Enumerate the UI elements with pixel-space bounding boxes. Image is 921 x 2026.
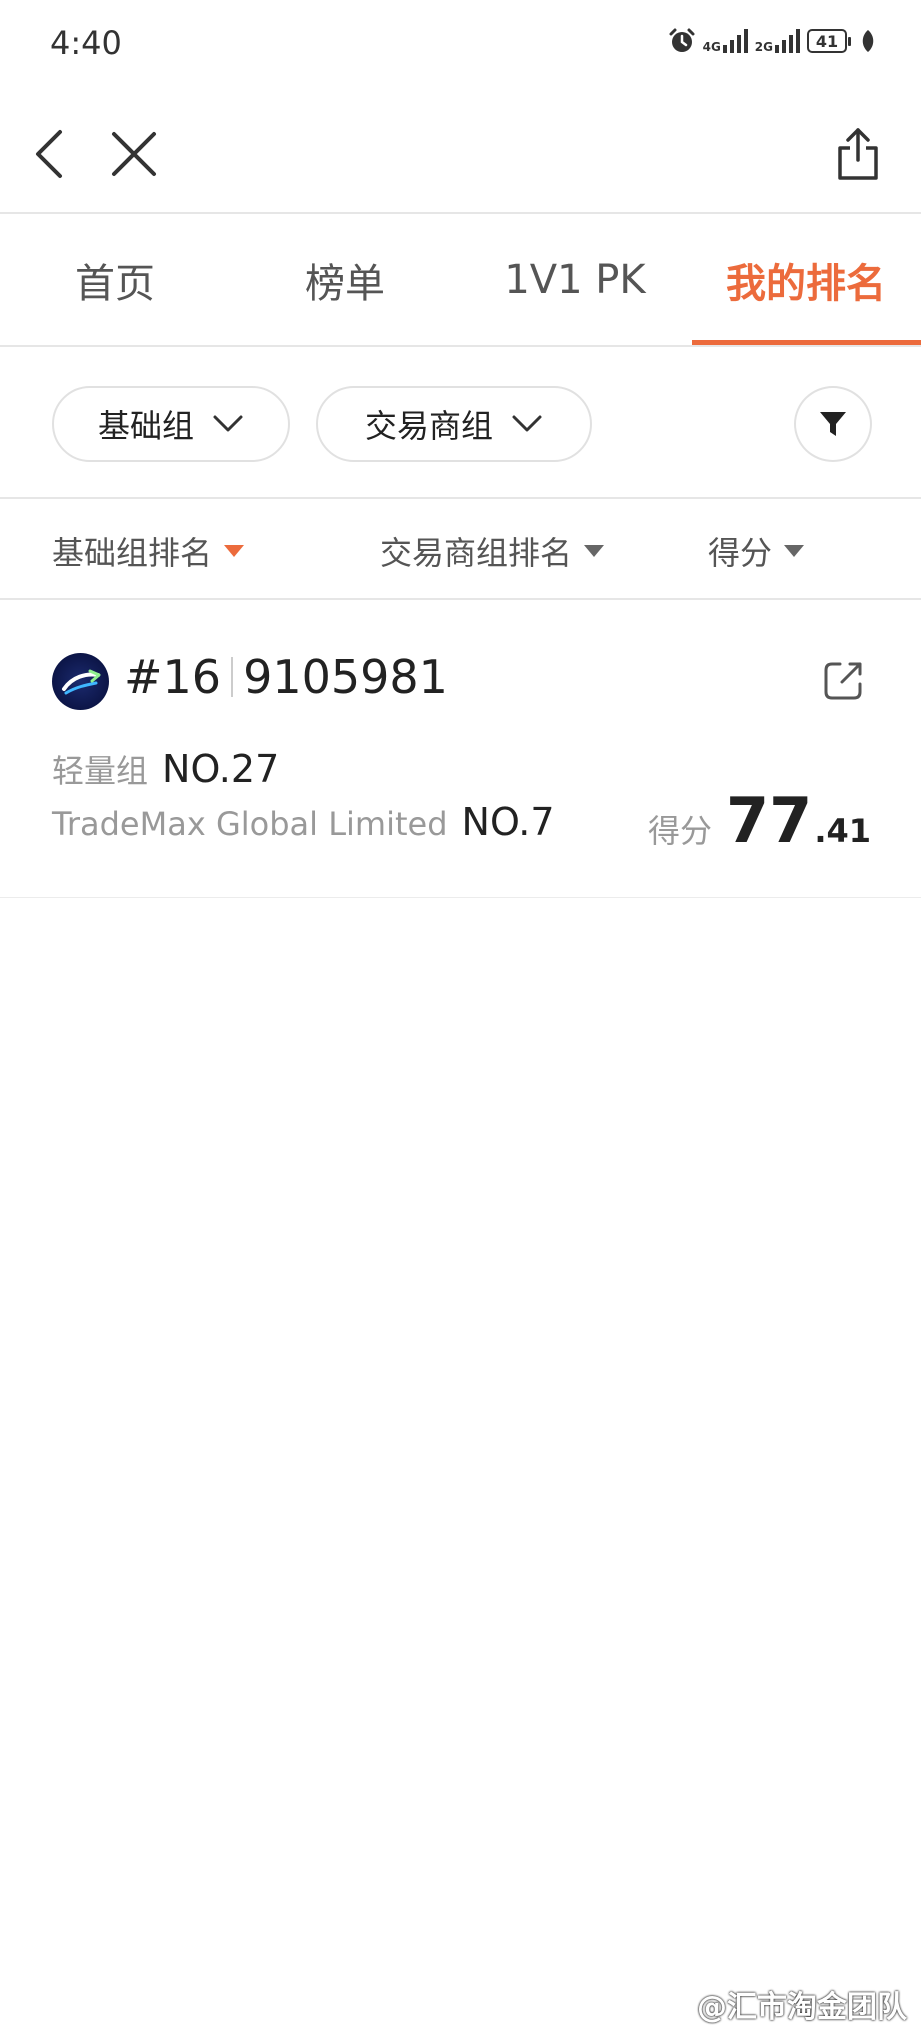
tab-pk[interactable]: 1V1 PK: [460, 216, 690, 344]
sort-basic-rank[interactable]: 基础组排名: [52, 528, 245, 574]
navbar-divider: [0, 212, 921, 214]
network-label-1: 4G: [702, 40, 721, 54]
filter-divider: [0, 497, 921, 499]
avatar-logo-icon: [62, 669, 101, 695]
rank-line: #16 9105981: [124, 650, 448, 704]
group-filter-dropdown[interactable]: 基础组: [52, 386, 290, 462]
status-indicators: 4G 2G 41: [667, 26, 875, 56]
tab-bar: 首页 榜单 1V1 PK 我的排名: [0, 216, 921, 344]
sort-desc-icon: [784, 545, 805, 557]
sort-broker-rank[interactable]: 交易商组排名: [380, 528, 605, 574]
sort-score[interactable]: 得分: [708, 528, 805, 574]
sort-desc-icon: [224, 545, 245, 557]
rank-number: #16: [124, 650, 222, 704]
tabs-divider: [0, 345, 921, 347]
chevron-left-icon[interactable]: [22, 124, 82, 184]
account-id: 9105981: [243, 650, 448, 704]
tab-leaderboard[interactable]: 榜单: [230, 216, 460, 344]
sort-desc-icon: [584, 545, 605, 557]
broker-filter-dropdown[interactable]: 交易商组: [316, 386, 592, 462]
nav-bar: [0, 100, 921, 212]
network-label-2: 2G: [754, 40, 773, 54]
filter-button[interactable]: [794, 386, 872, 462]
sort-broker-rank-label: 交易商组排名: [380, 534, 573, 572]
status-time: 4:40: [50, 24, 122, 62]
score-block: 得分 77 .41: [648, 784, 871, 857]
score-integer: 77: [726, 784, 813, 857]
signal-1: 4G: [703, 29, 749, 53]
alarm-icon: [669, 28, 695, 52]
sort-divider: [0, 598, 921, 600]
battery-indicator: 41: [807, 29, 851, 53]
external-link-icon[interactable]: [822, 658, 866, 702]
chevron-down-icon: [512, 415, 542, 432]
tab-my-ranking[interactable]: 我的排名: [691, 216, 921, 344]
signal-bars-icon: [775, 29, 800, 53]
broker-rank: NO.7: [461, 800, 555, 844]
share-icon[interactable]: [828, 124, 888, 184]
group-rank: NO.27: [162, 747, 280, 791]
broker-label: TradeMax Global Limited: [52, 805, 448, 843]
filter-icon: [820, 412, 846, 436]
group-label: 轻量组: [52, 752, 149, 790]
sort-basic-rank-label: 基础组排名: [52, 534, 213, 572]
broker-rank-line: TradeMax Global Limited NO.7: [52, 800, 555, 844]
tab-home[interactable]: 首页: [0, 216, 230, 344]
chevron-down-icon: [213, 415, 243, 432]
signal-2: 2G: [755, 29, 801, 53]
close-icon[interactable]: [104, 124, 164, 184]
group-filter-label: 基础组: [97, 407, 194, 445]
leaf-icon: [862, 30, 874, 52]
sort-score-label: 得分: [708, 534, 773, 572]
watermark: @汇市淘金团队: [697, 1990, 907, 2025]
broker-filter-label: 交易商组: [364, 407, 493, 445]
rank-separator: [231, 657, 234, 697]
battery-level: 41: [815, 31, 839, 51]
score-label: 得分: [648, 812, 713, 850]
card-divider: [0, 897, 921, 898]
group-rank-line: 轻量组 NO.27: [52, 746, 279, 792]
signal-bars-icon: [722, 29, 748, 53]
score-decimal: .41: [814, 812, 871, 850]
avatar: [52, 653, 109, 710]
